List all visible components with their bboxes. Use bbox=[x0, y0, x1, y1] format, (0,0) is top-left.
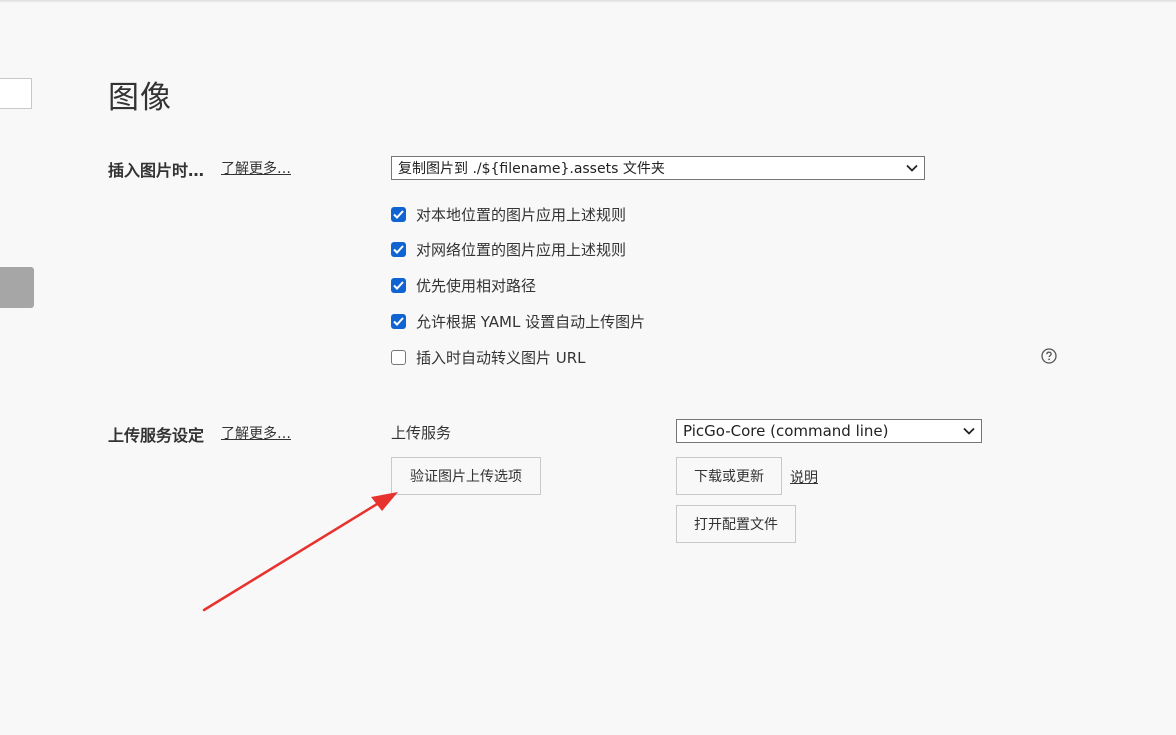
chevron-down-icon bbox=[963, 427, 975, 435]
open-config-button[interactable]: 打开配置文件 bbox=[676, 505, 796, 543]
explain-link[interactable]: 说明 bbox=[790, 467, 818, 487]
upload-learn-more-link[interactable]: 了解更多… bbox=[221, 423, 291, 443]
download-update-button[interactable]: 下载或更新 bbox=[676, 457, 782, 495]
insert-image-action-value: 复制图片到 ./${filename}.assets 文件夹 bbox=[398, 161, 665, 177]
checkbox-checked[interactable] bbox=[391, 313, 406, 329]
checkbox-unchecked[interactable] bbox=[391, 349, 406, 365]
option-relative-path[interactable]: 优先使用相对路径 bbox=[391, 275, 536, 295]
checkbox-checked[interactable] bbox=[391, 206, 406, 222]
upload-service-value: PicGo-Core (command line) bbox=[683, 422, 889, 440]
page-title: 图像 bbox=[108, 80, 172, 116]
chevron-down-icon bbox=[906, 164, 918, 172]
top-edge-shadow bbox=[0, 0, 1176, 3]
insert-image-section-label: 插入图片时… bbox=[108, 161, 205, 180]
sidebar-selected-item-edge[interactable] bbox=[0, 267, 34, 308]
option-label: 允许根据 YAML 设置自动上传图片 bbox=[416, 312, 646, 331]
sidebar-search-input-edge[interactable] bbox=[0, 78, 32, 109]
question-circle-icon[interactable] bbox=[1041, 348, 1057, 364]
option-label: 对本地位置的图片应用上述规则 bbox=[416, 205, 627, 224]
option-label: 对网络位置的图片应用上述规则 bbox=[416, 240, 627, 259]
check-icon bbox=[393, 244, 404, 254]
annotation-arrow bbox=[202, 492, 398, 612]
checkbox-checked[interactable] bbox=[391, 241, 406, 257]
option-network-images[interactable]: 对网络位置的图片应用上述规则 bbox=[391, 239, 626, 259]
option-label: 插入时自动转义图片 URL bbox=[416, 348, 586, 367]
option-local-images[interactable]: 对本地位置的图片应用上述规则 bbox=[391, 204, 626, 224]
check-icon bbox=[393, 280, 404, 290]
option-yaml-auto-upload[interactable]: 允许根据 YAML 设置自动上传图片 bbox=[391, 311, 645, 331]
check-icon bbox=[393, 209, 404, 219]
upload-service-section-label: 上传服务设定 bbox=[108, 426, 205, 445]
verify-upload-button[interactable]: 验证图片上传选项 bbox=[391, 457, 541, 495]
checkbox-checked[interactable] bbox=[391, 277, 406, 293]
option-label: 优先使用相对路径 bbox=[416, 276, 537, 295]
option-escape-url[interactable]: 插入时自动转义图片 URL bbox=[391, 347, 586, 367]
upload-service-select[interactable]: PicGo-Core (command line) bbox=[676, 419, 982, 443]
insert-image-action-select[interactable]: 复制图片到 ./${filename}.assets 文件夹 bbox=[391, 156, 925, 180]
upload-service-label: 上传服务 bbox=[391, 424, 452, 442]
check-icon bbox=[393, 316, 404, 326]
insert-learn-more-link[interactable]: 了解更多… bbox=[221, 158, 291, 178]
